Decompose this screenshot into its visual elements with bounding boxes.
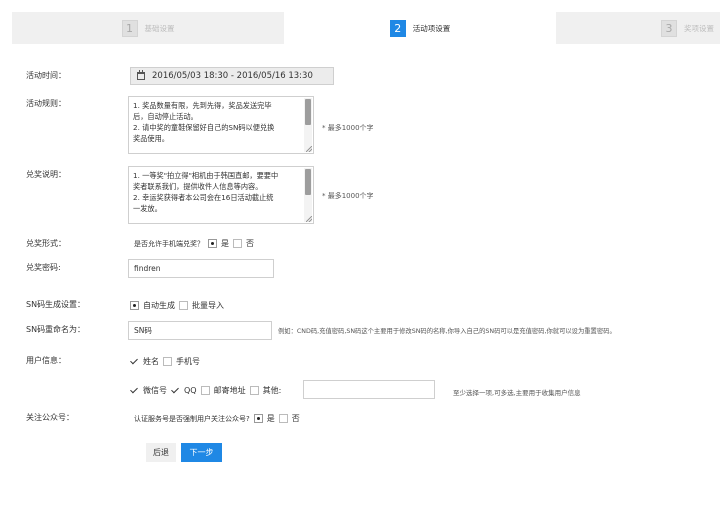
textarea-line: 奖者联系我们，提供收件人信息等内容。 (133, 182, 263, 191)
sn-rename-value: SN码 (134, 326, 152, 335)
redeem-password-value: findren (134, 264, 161, 273)
phone-label: 手机号 (176, 357, 200, 366)
address-checkbox[interactable] (200, 386, 210, 395)
user-info-label: 用户信息： (26, 356, 66, 365)
sn-bulk-radio[interactable] (179, 301, 188, 310)
redeem-form-no-radio[interactable] (233, 239, 242, 248)
follow-no-label: 否 (291, 414, 300, 423)
calendar-icon (137, 70, 145, 80)
step-number: 3 (661, 19, 677, 37)
sn-generation-options: 自动生成 批量导入 (130, 300, 224, 311)
name-label: 姓名 (143, 357, 159, 366)
step-label: 基础设置 (144, 23, 175, 33)
textarea-scrollbar[interactable] (304, 98, 312, 152)
redeem-form-yes-label: 是 (221, 239, 229, 248)
sn-rename-label: SN码重命名为： (26, 325, 86, 334)
activity-time-picker[interactable]: 2016/05/03 18:30 - 2016/05/16 13:30 (130, 67, 334, 85)
textarea-line: 奖品使用。 (133, 134, 169, 143)
qq-label: QQ (184, 386, 197, 395)
activity-rules-label: 活动规则： (26, 99, 66, 108)
redeem-desc-hint: * 最多1000个字 (322, 192, 374, 200)
follow-account-label: 关注公众号： (26, 413, 74, 422)
next-button[interactable]: 下一步 (181, 443, 222, 462)
step-number: 1 (121, 19, 138, 37)
step-basic-settings[interactable]: 1 基础设置 (12, 12, 284, 44)
name-checkbox[interactable] (130, 357, 139, 366)
sn-auto-radio[interactable] (130, 301, 139, 310)
sn-bulk-label: 批量导入 (192, 301, 224, 310)
textarea-line: 2. 请中奖的童鞋保留好自己的SN码以便兑换 (133, 123, 275, 132)
follow-account-question: 认证服务号是否强制用户关注公众号? (134, 414, 250, 423)
other-checkbox[interactable] (249, 386, 259, 395)
resize-grip-icon[interactable] (306, 146, 312, 152)
other-label: 其他: (262, 386, 282, 395)
other-input[interactable] (303, 380, 435, 399)
rules-hint: * 最多1000个字 (322, 124, 374, 132)
scrollbar-thumb[interactable] (305, 169, 311, 195)
step-activity-settings[interactable]: 2 活动项设置 (284, 12, 556, 44)
step-prize-settings[interactable]: 3 奖项设置 (556, 12, 720, 44)
follow-yes-radio[interactable] (253, 414, 263, 423)
user-info-row-1: 姓名 手机号 (130, 356, 200, 367)
user-info-hint: 至少选择一项,可多选,主要用于收集用户信息 (453, 389, 581, 397)
redeem-desc-textarea[interactable]: 1. 一等奖"拍立得"相机由于韩国直邮，要要中 奖者联系我们，提供收件人信息等内… (128, 166, 314, 224)
back-button[interactable]: 后退 (146, 443, 176, 462)
redeem-form-options: 是否允许手机端兑奖？ 是 否 (134, 238, 254, 249)
redeem-form-label: 兑奖形式： (26, 239, 66, 248)
step-number: 2 (389, 19, 406, 37)
wechat-label: 微信号 (143, 386, 167, 395)
wizard-stepper: 1 基础设置 2 活动项设置 3 奖项设置 (12, 12, 720, 44)
textarea-line: 一发放。 (133, 204, 162, 213)
redeem-password-label: 兑奖密码: (26, 263, 61, 272)
sn-rename-input[interactable]: SN码 (128, 321, 272, 340)
redeem-form-no-label: 否 (246, 239, 254, 248)
phone-checkbox[interactable] (163, 357, 172, 366)
activity-time-value: 2016/05/03 18:30 - 2016/05/16 13:30 (152, 71, 313, 81)
follow-no-radio[interactable] (278, 414, 288, 423)
resize-grip-icon[interactable] (306, 216, 312, 222)
wechat-checkbox[interactable] (130, 386, 139, 395)
textarea-scrollbar[interactable] (304, 168, 312, 222)
follow-yes-label: 是 (266, 414, 275, 423)
qq-checkbox[interactable] (171, 386, 180, 395)
redeem-form-yes-radio[interactable] (208, 239, 217, 248)
sn-generation-label: SN码生成设置： (26, 300, 86, 309)
textarea-line: 1. 奖品数量有限，先到先得，奖品发送完毕 (133, 101, 272, 110)
step-label: 活动项设置 (412, 23, 451, 33)
address-label: 邮寄地址 (213, 386, 246, 395)
sn-rename-hint: 例如：CND码,充值密码,SN码这个主要用于修改SN码的名称,你导入自己的SN码… (278, 328, 616, 335)
redeem-desc-label: 兑奖说明： (26, 170, 66, 179)
redeem-password-input[interactable]: findren (128, 259, 274, 278)
user-info-row-2: 微信号 QQ 邮寄地址 其他: (130, 385, 281, 396)
activity-time-label: 活动时间： (26, 71, 66, 80)
sn-auto-label: 自动生成 (143, 301, 175, 310)
redeem-form-question: 是否允许手机端兑奖？ (134, 239, 204, 248)
scrollbar-thumb[interactable] (305, 99, 311, 125)
follow-account-options: 认证服务号是否强制用户关注公众号? 是 否 (134, 413, 300, 424)
activity-rules-textarea[interactable]: 1. 奖品数量有限，先到先得，奖品发送完毕 后，自动停止活动。 2. 请中奖的童… (128, 96, 314, 154)
textarea-line: 2. 幸运奖获得者本公司会在16日活动截止统 (133, 193, 274, 202)
textarea-line: 1. 一等奖"拍立得"相机由于韩国直邮，要要中 (133, 171, 279, 180)
step-label: 奖项设置 (684, 23, 714, 33)
textarea-line: 后，自动停止活动。 (133, 112, 198, 121)
